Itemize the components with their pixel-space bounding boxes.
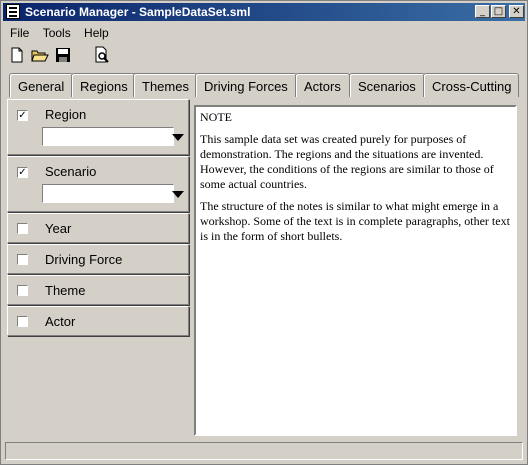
theme-checkbox[interactable] [17,285,28,296]
chevron-down-icon[interactable] [172,134,184,141]
actor-checkbox[interactable] [17,316,28,327]
filter-scenario: ✓ Scenario [7,156,189,212]
tab-regions[interactable]: Regions [71,73,137,97]
driving-force-checkbox[interactable] [17,254,28,265]
app-icon[interactable] [6,4,20,19]
menu-help[interactable]: Help [79,24,114,42]
filter-region: ✓ Region [7,99,189,155]
chevron-down-icon[interactable] [172,191,184,198]
filter-panel: ✓ Region ✓ Scenario Year Driving Force T… [7,99,189,436]
notes-heading: NOTE [200,110,232,124]
toolbar [5,44,525,66]
scenario-dropdown[interactable] [42,184,174,203]
actor-label: Actor [45,314,76,329]
app-window: Scenario Manager - SampleDataSet.sml _ □… [0,0,528,465]
driving-force-label: Driving Force [45,252,123,267]
filter-year: Year [7,213,189,243]
region-dropdown[interactable] [42,127,174,146]
theme-label: Theme [45,283,86,298]
close-button[interactable]: ✕ [509,5,524,18]
minimize-button[interactable]: _ [475,5,490,18]
scenario-checkbox[interactable]: ✓ [17,167,28,178]
window-title: Scenario Manager - SampleDataSet.sml [25,5,251,19]
tab-scenarios[interactable]: Scenarios [349,73,425,97]
notes-paragraph: The structure of the notes is similar to… [200,199,510,243]
menu-tools[interactable]: Tools [38,24,76,42]
tab-general[interactable]: General [9,73,74,97]
open-folder-icon[interactable] [31,46,49,64]
tab-actors[interactable]: Actors [295,73,350,97]
menu-file[interactable]: File [5,24,34,42]
save-icon[interactable] [54,46,72,64]
filter-actor: Actor [7,306,189,336]
filter-driving-force: Driving Force [7,244,189,274]
year-label: Year [45,221,72,236]
region-checkbox[interactable]: ✓ [17,110,28,121]
notes-text-area[interactable]: NOTE This sample data set was created pu… [194,105,517,436]
tab-themes[interactable]: Themes [133,73,198,97]
tab-strip: General Regions Themes Driving Forces Ac… [5,73,525,99]
new-icon[interactable] [8,46,26,64]
title-bar[interactable]: Scenario Manager - SampleDataSet.sml _ □… [3,3,525,21]
menu-bar: File Tools Help [5,24,114,42]
status-bar [5,442,523,460]
scenario-label: Scenario [45,164,97,179]
filter-theme: Theme [7,275,189,305]
tab-driving-forces[interactable]: Driving Forces [195,73,297,97]
notes-paragraph: This sample data set was created purely … [200,132,494,191]
maximize-button[interactable]: □ [491,5,506,18]
print-preview-icon[interactable] [93,46,111,64]
year-checkbox[interactable] [17,223,28,234]
tab-cross-cutting[interactable]: Cross-Cutting [423,73,519,97]
region-label: Region [45,107,87,122]
